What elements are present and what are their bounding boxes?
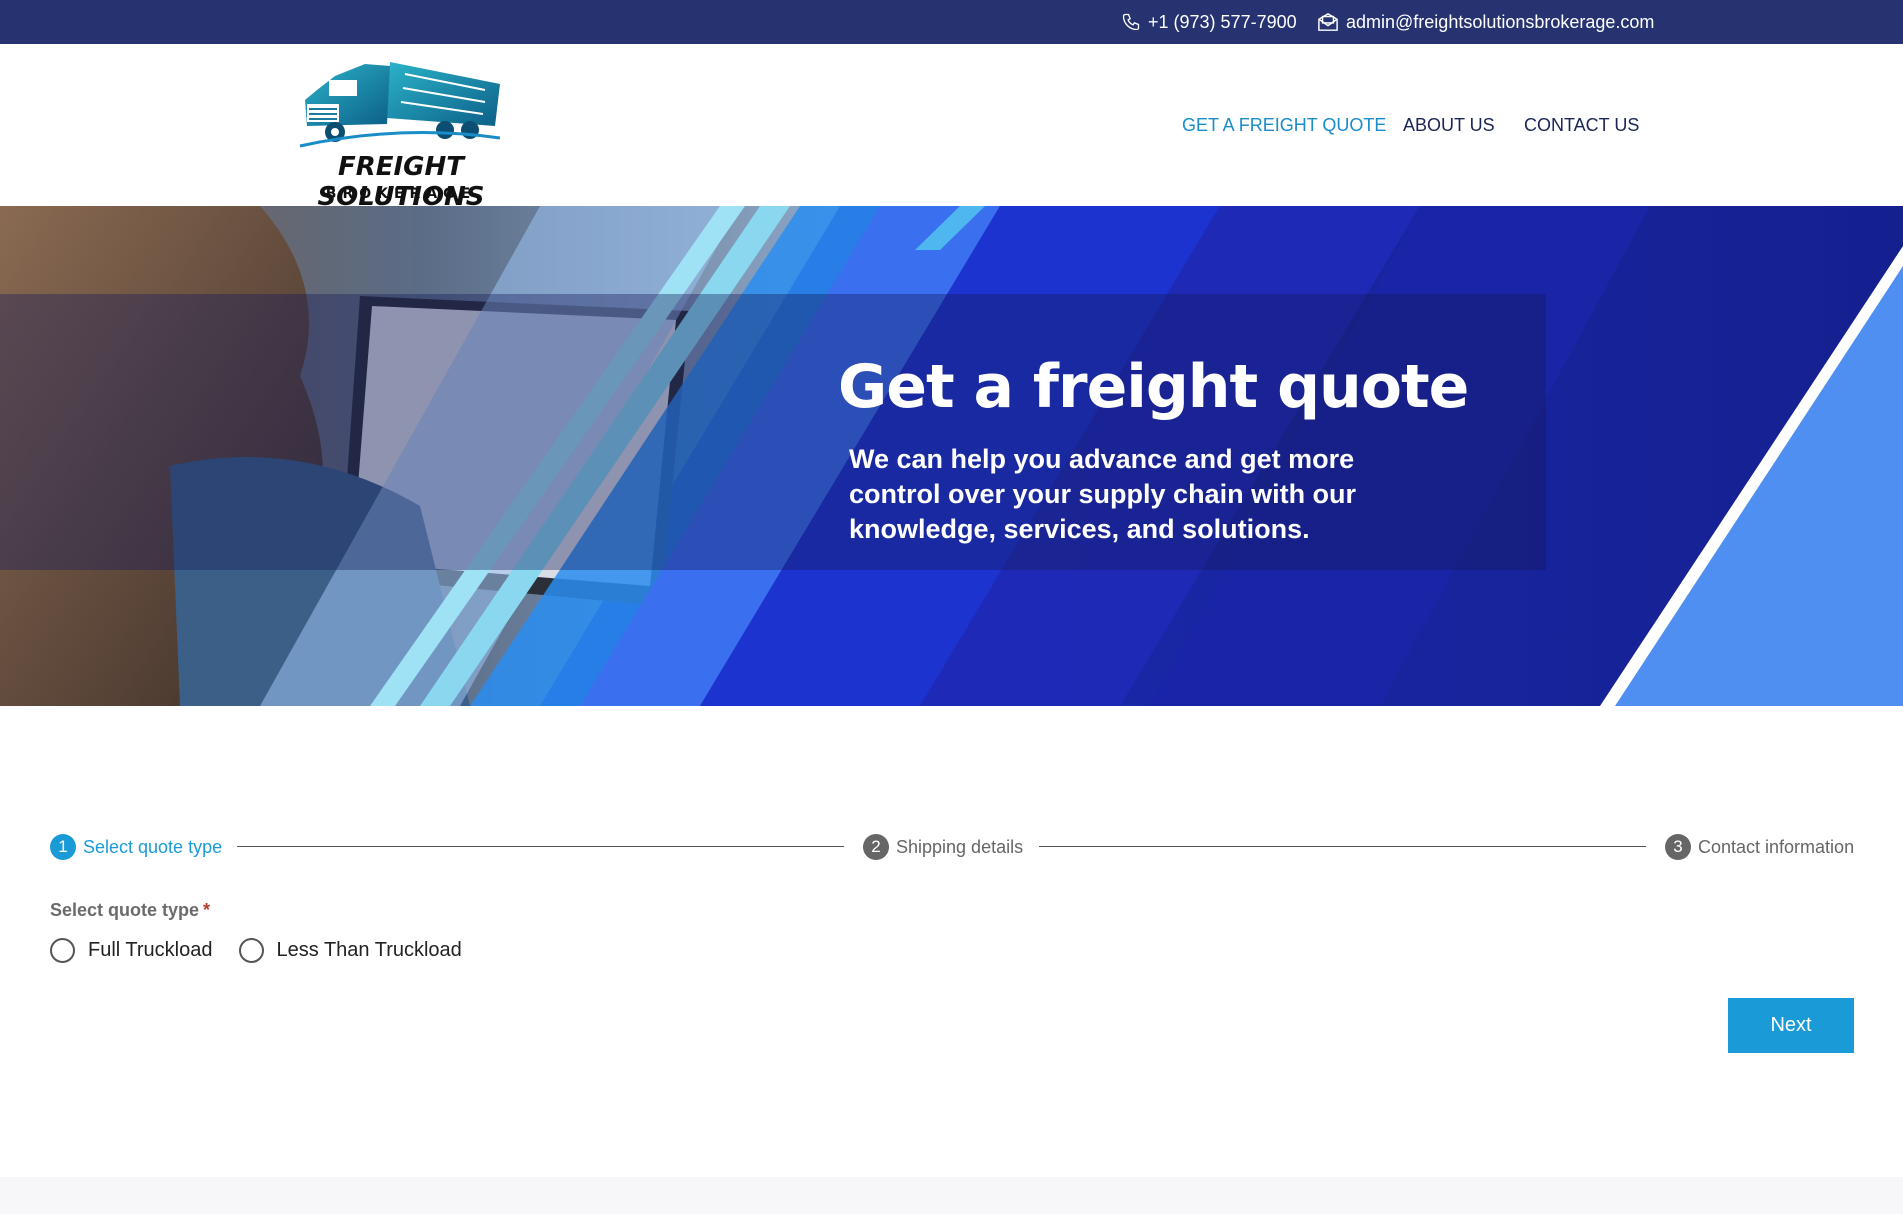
next-button[interactable]: Next	[1728, 998, 1854, 1053]
quote-type-radio-group: Full Truckload Less Than Truckload	[50, 935, 488, 965]
step-shipping-details[interactable]: 2 Shipping details	[863, 832, 1023, 862]
phone-icon	[1122, 13, 1140, 31]
brand-logo[interactable]: FREIGHT SOLUTIONS BROKERAGE	[255, 54, 547, 212]
footer-strip	[0, 1177, 1903, 1214]
step-connector	[1039, 846, 1646, 847]
hero-title: Get a freight quote	[838, 352, 1469, 422]
step-contact-information[interactable]: 3 Contact information	[1665, 832, 1854, 862]
nav-item-get-quote[interactable]: GET A FREIGHT QUOTE	[1182, 44, 1386, 206]
logo-tagline: BROKERAGE	[325, 186, 477, 202]
site-header: FREIGHT SOLUTIONS BROKERAGE GET A FREIGH…	[0, 44, 1903, 212]
phone-link[interactable]: +1 (973) 577-7900	[1121, 0, 1297, 44]
nav-item-about[interactable]: ABOUT US	[1403, 44, 1495, 206]
email-address: admin@freightsolutionsbrokerage.com	[1346, 11, 1655, 32]
step-label: Select quote type	[83, 836, 223, 857]
radio-button[interactable]	[50, 937, 75, 963]
nav-label: GET A FREIGHT QUOTE	[1182, 114, 1387, 135]
quote-type-label: Select quote type *	[50, 900, 210, 921]
radio-label: Full Truckload	[88, 938, 213, 961]
nav-label: ABOUT US	[1403, 114, 1495, 135]
step-label: Shipping details	[896, 836, 1024, 857]
form-stepper: 1 Select quote type 2 Shipping details 3…	[50, 832, 1855, 862]
radio-full-truckload[interactable]: Full Truckload	[50, 937, 213, 963]
radio-button[interactable]	[238, 937, 264, 963]
mail-icon	[1318, 12, 1338, 31]
nav-item-contact[interactable]: CONTACT US	[1524, 44, 1639, 206]
step-number: 3	[1665, 834, 1691, 860]
hero-subtitle: We can help you advance and get more con…	[849, 444, 1357, 544]
email-link[interactable]: admin@freightsolutionsbrokerage.com	[1317, 0, 1654, 44]
logo-name: FREIGHT SOLUTIONS	[317, 152, 485, 212]
step-label: Contact information	[1698, 836, 1855, 857]
label-text: Select quote type	[50, 900, 200, 920]
step-connector	[237, 846, 844, 847]
phone-number: +1 (973) 577-7900	[1148, 11, 1297, 32]
truck-logo-icon	[299, 62, 501, 148]
step-number: 1	[50, 834, 76, 860]
required-marker: *	[203, 900, 211, 920]
radio-label: Less Than Truckload	[276, 938, 462, 961]
nav-label: CONTACT US	[1524, 114, 1640, 135]
radio-less-than-truckload[interactable]: Less Than Truckload	[238, 937, 462, 963]
hero-banner: Get a freight quote We can help you adva…	[0, 206, 1903, 706]
top-contact-bar: +1 (973) 577-7900 admin@freightsolutions…	[0, 0, 1903, 44]
step-number: 2	[863, 834, 889, 860]
step-select-quote-type[interactable]: 1 Select quote type	[50, 832, 222, 862]
